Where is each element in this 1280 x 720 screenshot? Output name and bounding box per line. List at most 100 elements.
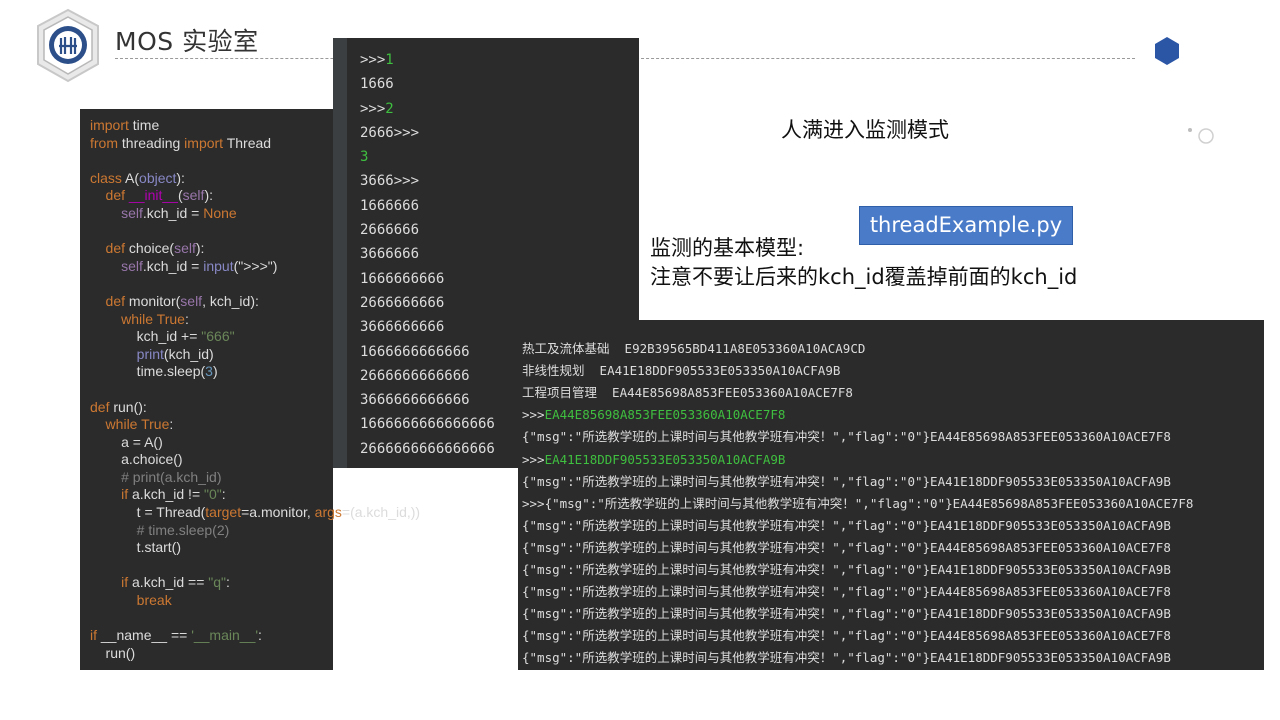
console-line: 3666666666666: [360, 388, 495, 412]
code-token: kch_id +=: [90, 328, 202, 345]
console-line-truncated: [522, 320, 1193, 338]
console-line: 1666666666666: [360, 340, 495, 364]
code-token: a = A(): [90, 433, 163, 450]
code-token: ):: [176, 169, 185, 186]
code-token: self: [180, 292, 203, 309]
code-token: {"msg":"所选教学班的上课时间与其他教学班有冲突！","flag":"0"…: [522, 650, 1171, 666]
code-line: # print(a.kch_id): [90, 469, 333, 487]
code-token: print: [90, 345, 164, 362]
console-line: 2666666666666666: [360, 437, 495, 461]
code-token: 3666>>>: [360, 173, 420, 190]
code-token: None: [203, 204, 237, 221]
hexagon-badge-icon: [1155, 37, 1179, 65]
code-token: from: [90, 134, 118, 151]
code-token: :: [169, 416, 174, 433]
code-token: if: [90, 627, 101, 644]
code-token: 1: [385, 52, 394, 68]
code-token: , kch_id):: [202, 292, 259, 309]
code-line: def __init__(self):: [90, 187, 333, 205]
code-token: monitor: [128, 292, 176, 309]
code-line: self.kch_id = None: [90, 205, 333, 223]
console-lines: >>>1 1666 >>>2 2666>>> 3 3666>>> 1666666 266666…: [360, 48, 495, 461]
code-line: if a.kch_id == "q":: [90, 574, 333, 592]
console-line: {"msg":"所选教学班的上课时间与其他教学班有冲突！","flag":"0"…: [522, 603, 1193, 625]
code-token: :: [258, 627, 262, 644]
code-line: while True:: [90, 311, 333, 329]
code-token: 非线性规划 EA41E18DDF905533E053350A10ACFA9B: [522, 363, 841, 379]
code-token: 3666666666666: [360, 392, 470, 409]
console-line: 1666666: [360, 194, 495, 218]
console-output-bottom: 热工及流体基础 E92B39565BD411A8E053360A10ACA9CD…: [518, 320, 1264, 670]
console-line: >>>EA44E85698A853FEE053360A10ACE7F8: [522, 404, 1193, 426]
code-token: input: [203, 257, 234, 274]
code-token: 2666>>>: [360, 124, 420, 141]
console-line: {"msg":"所选教学班的上课时间与其他教学班有冲突！","flag":"0"…: [522, 625, 1193, 647]
code-line: a.choice(): [90, 451, 333, 469]
code-token: {"msg":"所选教学班的上课时间与其他教学班有冲突！","flag":"0"…: [522, 562, 1171, 578]
code-token: True: [141, 416, 170, 433]
console-gutter: [333, 38, 347, 468]
code-line: run(): [90, 645, 333, 663]
code-line: t = Thread(target=a.monitor, args=(a.kch…: [90, 504, 420, 522]
code-token: self: [174, 240, 196, 257]
code-token: break: [90, 592, 172, 609]
code-token: a.choice(): [90, 451, 183, 468]
code-token: >>>{"msg":"所选教学班的上课时间与其他教学班有冲突！","flag":…: [522, 495, 1194, 511]
code-line: while True:: [90, 416, 333, 434]
code-token: time.sleep(: [90, 363, 206, 380]
code-token: :: [221, 486, 226, 503]
code-token: A(: [121, 169, 140, 186]
code-token: {"msg":"所选教学班的上课时间与其他教学班有冲突！","flag":"0"…: [522, 628, 1171, 644]
code-token: 2666666666666666: [360, 440, 495, 457]
console-line: >>>1: [360, 48, 495, 72]
code-token: ):: [204, 187, 213, 204]
code-token: t = Thread(: [90, 504, 206, 521]
code-token: .kch_id =: [142, 204, 204, 221]
code-token: {"msg":"所选教学班的上课时间与其他教学班有冲突！","flag":"0"…: [522, 473, 1171, 489]
code-token: >>>: [522, 407, 545, 423]
code-token: __init__: [128, 187, 178, 204]
model-note: 注意不要让后来的kch_id覆盖掉前面的kch_id: [650, 265, 1078, 289]
code-editor-panel: import time from threading import Thread …: [80, 109, 420, 670]
code-token: 工程项目管理 EA44E85698A853FEE053360A10ACE7F8: [522, 385, 853, 401]
code-line: def run():: [90, 399, 333, 417]
console-line: {"msg":"所选教学班的上课时间与其他教学班有冲突！","flag":"0"…: [522, 647, 1193, 669]
code-token: 1666666: [360, 197, 420, 214]
code-line: import time: [90, 117, 333, 135]
code-token: choice: [128, 240, 170, 257]
code-token: 热工及流体基础 E92B39565BD411A8E053360A10ACA9CD: [522, 341, 866, 357]
code-token: (">>>"): [233, 257, 278, 274]
code-token: self: [90, 204, 143, 221]
code-token: ): [212, 363, 218, 380]
code-token: EA41E18DDF905533E053350A10ACFA9B: [544, 451, 786, 467]
code-token: while: [90, 310, 157, 327]
console-line: 3666666666: [360, 315, 495, 339]
code-token: threading: [118, 134, 185, 151]
code-token: import: [90, 117, 129, 133]
console-line: 热工及流体基础 E92B39565BD411A8E053360A10ACA9CD: [522, 338, 1193, 360]
code-token: import: [184, 134, 224, 151]
code-token: (kch_id): [163, 345, 214, 362]
console-line: 2666>>>: [360, 121, 495, 145]
code-token: =(a.kch_id,)): [341, 504, 421, 521]
code-token: 1666666666666: [360, 343, 470, 360]
code-token: run: [113, 398, 134, 415]
code-line: def choice(self):: [90, 240, 333, 258]
code-token: if: [90, 574, 133, 591]
file-name-button[interactable]: threadExample.py: [859, 206, 1073, 245]
code-token: while: [90, 416, 142, 433]
code-token: 2: [385, 100, 394, 117]
code-token: object: [139, 169, 177, 186]
code-line: if __name__ == '__main__':: [90, 627, 333, 645]
code-token: def: [90, 398, 114, 415]
console-line: 1666: [360, 72, 495, 96]
monitor-mode-caption: 人满进入监测模式: [781, 118, 949, 142]
code-token: t.start(): [90, 539, 182, 556]
code-token: Thread: [223, 134, 272, 151]
model-title: 监测的基本模型:: [650, 236, 805, 260]
code-token: class: [90, 169, 122, 186]
console-line: 工程项目管理 EA44E85698A853FEE053360A10ACE7F8: [522, 382, 1193, 404]
